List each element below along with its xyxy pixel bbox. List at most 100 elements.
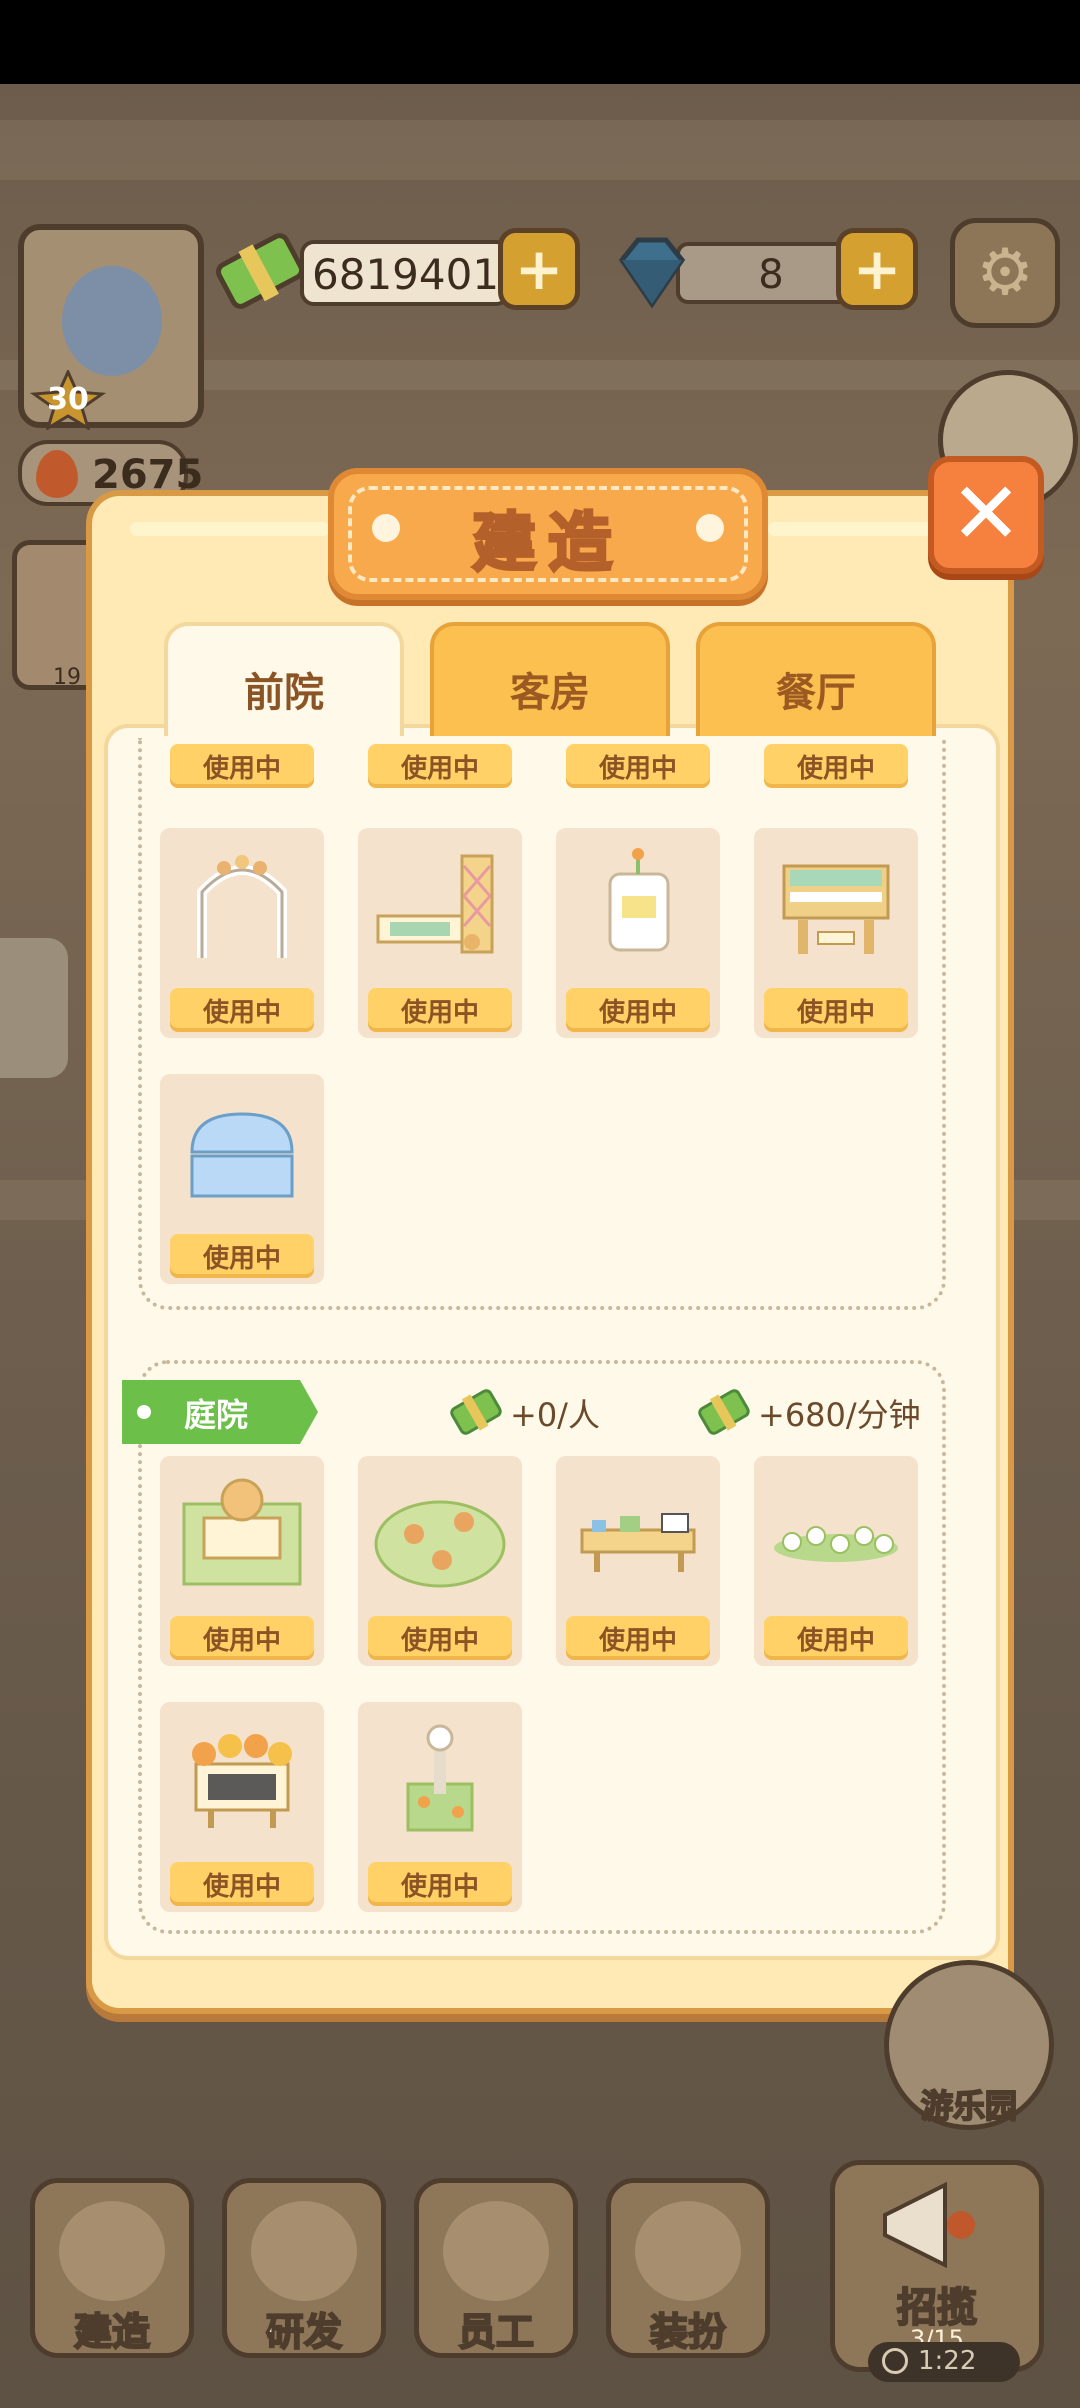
tab-restaurant[interactable]: 餐厅 bbox=[696, 622, 936, 736]
in-use-label: 使用中 bbox=[400, 754, 479, 784]
recruit-button[interactable]: 招揽 3/15 bbox=[830, 2160, 1044, 2372]
courtyard-label: 庭院 bbox=[184, 1396, 249, 1434]
in-use-button[interactable]: 使用中 bbox=[170, 988, 314, 1028]
cash-icon bbox=[450, 1389, 502, 1435]
item-card-table-set[interactable]: 使用中 bbox=[556, 1456, 720, 1666]
in-use-button[interactable]: 使用中 bbox=[170, 1616, 314, 1656]
in-use-label: 使用中 bbox=[202, 1244, 281, 1274]
item-card-partial[interactable]: 使用中 bbox=[160, 738, 324, 792]
item-card-blue-arch[interactable]: 使用中 bbox=[160, 1074, 324, 1284]
item-card-garden-lamp[interactable]: 使用中 bbox=[358, 1702, 522, 1912]
fountain-stand-icon bbox=[182, 1478, 302, 1586]
table-set-icon bbox=[580, 1513, 696, 1572]
chef-icon bbox=[443, 2201, 549, 2301]
item-card-sign-stand[interactable]: 使用中 bbox=[556, 828, 720, 1038]
recruit-timer: 1:22 bbox=[868, 2342, 1020, 2382]
add-gems-button[interactable]: + bbox=[836, 228, 918, 310]
deer-lawn-icon bbox=[374, 1500, 506, 1588]
sign-stand-icon bbox=[608, 848, 670, 952]
nav-build-button[interactable]: 建造 bbox=[30, 2178, 194, 2358]
piano-icon bbox=[782, 864, 890, 954]
in-use-label: 使用中 bbox=[400, 1872, 479, 1902]
in-use-button[interactable]: 使用中 bbox=[368, 1862, 512, 1902]
gem-amount: 8 bbox=[758, 252, 784, 298]
avatar-portrait bbox=[62, 266, 162, 376]
courtyard-label-wrap: 庭院 bbox=[122, 1380, 318, 1444]
item-card-partial[interactable]: 使用中 bbox=[754, 738, 918, 792]
item-card-partial[interactable]: 使用中 bbox=[358, 738, 522, 792]
white-flowers-icon bbox=[774, 1526, 898, 1562]
clock-icon bbox=[882, 2348, 908, 2374]
left-edge-button[interactable] bbox=[0, 938, 68, 1078]
nav-staff-button[interactable]: 员工 bbox=[414, 2178, 578, 2358]
in-use-button[interactable]: 使用中 bbox=[368, 744, 512, 784]
tab-front-yard[interactable]: 前院 bbox=[164, 622, 404, 736]
in-use-label: 使用中 bbox=[796, 1626, 875, 1656]
item-card-white-flowers[interactable]: 使用中 bbox=[754, 1456, 918, 1666]
in-use-label: 使用中 bbox=[598, 998, 677, 1028]
item-card-piano[interactable]: 使用中 bbox=[754, 828, 918, 1038]
in-use-label: 使用中 bbox=[202, 754, 281, 784]
in-use-button[interactable]: 使用中 bbox=[566, 744, 710, 784]
cash-icon bbox=[215, 233, 305, 309]
in-use-label: 使用中 bbox=[796, 998, 875, 1028]
plus-icon: + bbox=[514, 235, 564, 303]
in-use-button[interactable]: 使用中 bbox=[764, 1616, 908, 1656]
close-button[interactable]: ✕ bbox=[928, 456, 1044, 574]
megaphone-icon bbox=[883, 2181, 975, 2269]
in-use-button[interactable]: 使用中 bbox=[566, 988, 710, 1028]
in-use-label: 使用中 bbox=[796, 754, 875, 784]
dialog-title: 建造 bbox=[471, 506, 624, 583]
in-use-label: 使用中 bbox=[202, 1626, 281, 1656]
in-use-label: 使用中 bbox=[598, 1626, 677, 1656]
tab-guest-rooms[interactable]: 客房 bbox=[430, 622, 670, 736]
add-cash-button[interactable]: + bbox=[498, 228, 580, 310]
garden-lamp-icon bbox=[406, 1724, 474, 1832]
nav-dressup-label: 装扮 bbox=[649, 2309, 727, 2355]
item-card-bench[interactable]: 使用中 bbox=[358, 828, 522, 1038]
item-card-flower-arch[interactable]: 使用中 bbox=[160, 828, 324, 1038]
item-card-partial[interactable]: 使用中 bbox=[556, 738, 720, 792]
per-minute-value: +680/分钟 bbox=[758, 1396, 921, 1434]
level-value: 30 bbox=[47, 382, 89, 417]
in-use-button[interactable]: 使用中 bbox=[170, 1862, 314, 1902]
player-avatar[interactable]: 30 bbox=[18, 224, 204, 432]
tab-label: 餐厅 bbox=[776, 670, 856, 716]
in-use-button[interactable]: 使用中 bbox=[566, 1616, 710, 1656]
status-bar bbox=[0, 0, 1080, 84]
dialog-title-plate: 建造 bbox=[328, 468, 768, 600]
in-use-label: 使用中 bbox=[400, 1626, 479, 1656]
cash-icon bbox=[698, 1389, 750, 1435]
nav-research-label: 研发 bbox=[265, 2309, 343, 2355]
nav-research-button[interactable]: 研发 bbox=[222, 2178, 386, 2358]
in-use-button[interactable]: 使用中 bbox=[170, 1234, 314, 1274]
item-card-fountain-stand[interactable]: 使用中 bbox=[160, 1456, 324, 1666]
per-minute-income: +680/分钟 bbox=[696, 1384, 936, 1440]
tab-label: 客房 bbox=[510, 670, 590, 716]
amusement-park-label: 游乐园 bbox=[920, 2086, 1018, 2126]
flower-arch-icon bbox=[197, 855, 287, 958]
level-badge: 30 bbox=[29, 368, 107, 432]
settings-button[interactable]: ⚙ bbox=[950, 218, 1060, 328]
flame-icon bbox=[36, 450, 78, 498]
items-scroll-area[interactable]: 使用中 使用中 使用中 使用中 使用中 使用中 使用中 使用中 使用中 使用中 … bbox=[108, 738, 996, 1948]
bow-icon bbox=[635, 2201, 741, 2301]
recruit-timer-value: 1:22 bbox=[918, 2346, 977, 2376]
item-card-deer-lawn[interactable]: 使用中 bbox=[358, 1456, 522, 1666]
in-use-button[interactable]: 使用中 bbox=[764, 744, 908, 784]
hardhat-icon bbox=[59, 2201, 165, 2301]
in-use-label: 使用中 bbox=[202, 998, 281, 1028]
item-card-flower-board[interactable]: 使用中 bbox=[160, 1702, 324, 1912]
in-use-button[interactable]: 使用中 bbox=[170, 744, 314, 784]
nav-staff-label: 员工 bbox=[457, 2309, 535, 2355]
per-person-value: +0/人 bbox=[510, 1396, 600, 1434]
in-use-button[interactable]: 使用中 bbox=[368, 988, 512, 1028]
nav-dressup-button[interactable]: 装扮 bbox=[606, 2178, 770, 2358]
tab-label: 前院 bbox=[244, 670, 324, 716]
flower-board-icon bbox=[192, 1734, 292, 1828]
in-use-label: 使用中 bbox=[400, 998, 479, 1028]
blue-arch-icon bbox=[190, 1112, 294, 1198]
amusement-park-button[interactable]: 游乐园 bbox=[884, 1960, 1054, 2130]
in-use-button[interactable]: 使用中 bbox=[368, 1616, 512, 1656]
in-use-button[interactable]: 使用中 bbox=[764, 988, 908, 1028]
